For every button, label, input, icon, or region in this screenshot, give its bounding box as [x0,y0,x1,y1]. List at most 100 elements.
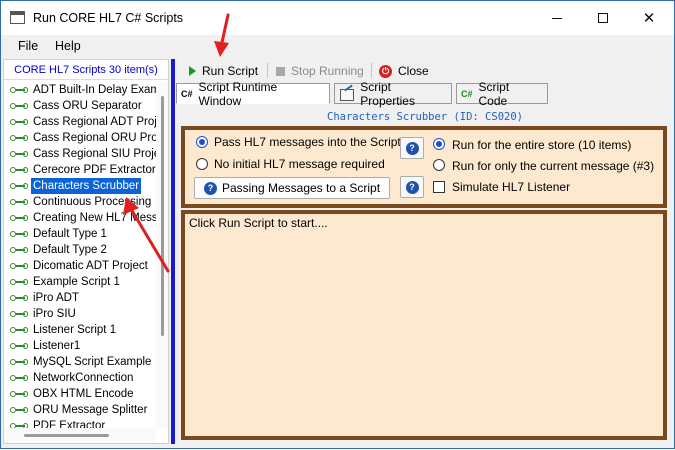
list-item[interactable]: Continuous Processing [8,194,156,210]
no-initial-message-label[interactable]: No initial HL7 message required [214,157,385,171]
passing-messages-label: Passing Messages to a Script [221,181,381,195]
menu-bar: File Help [1,35,674,57]
list-item[interactable]: Cass ORU Separator [8,98,156,114]
passing-messages-button[interactable]: ? Passing Messages to a Script [194,177,390,199]
list-item-label: Cass ORU Separator [33,100,142,112]
scope-help-button[interactable]: ? [400,176,424,198]
toolbar-separator [371,63,372,78]
script-node-icon [10,118,28,126]
list-item-label: iPro SIU [33,308,76,320]
script-node-icon [10,342,28,350]
list-item[interactable]: NetworkConnection [8,370,156,386]
list-item[interactable]: MySQL Script Example [8,354,156,370]
run-script-label: Run Script [202,64,259,78]
run-current-message-radio[interactable] [433,159,445,171]
list-item-label: Dicomatic ADT Project [33,260,148,272]
script-id-label: Characters Scrubber (ID: CS020) [327,111,523,123]
list-item-label: Cerecore PDF Extractor [33,164,156,176]
horizontal-scroll-thumb[interactable] [24,434,109,437]
horizontal-scrollbar[interactable] [4,428,156,443]
list-item-label: Listener1 [33,340,81,352]
close-button[interactable]: ⏻ Close [379,61,429,81]
list-item-label: OBX HTML Encode [33,388,134,400]
list-item-label: Cass Regional ADT Proje [33,116,156,128]
script-node-icon [10,406,28,414]
app-window: Run CORE HL7 C# Scripts ✕ File Help CORE… [0,0,675,449]
vertical-scroll-thumb[interactable] [161,96,164,336]
list-item-label: Default Type 2 [33,244,107,256]
tab-label: Script Runtime Window [198,79,278,108]
list-item[interactable]: Cass Regional SIU Proje [8,146,156,162]
list-item[interactable]: Characters Scrubber [8,178,156,194]
list-item-label: Default Type 1 [33,228,107,240]
list-item[interactable]: Cerecore PDF Extractor [8,162,156,178]
menu-file[interactable]: File [18,39,38,53]
list-item[interactable]: Cass Regional ADT Proje [8,114,156,130]
list-item-label: Listener Script 1 [33,324,117,336]
script-tree[interactable]: ADT Built-In Delay Exam Cass ORU Separato… [8,82,156,428]
list-item-label: Creating New HL7 Mess [33,212,156,224]
input-help-button[interactable]: ? [400,137,424,159]
script-list-panel: CORE HL7 Scripts 30 item(s) ADT Built-In… [3,59,169,444]
script-node-icon [10,86,28,94]
stop-running-button[interactable]: Stop Running [276,61,364,81]
list-item[interactable]: Listener1 [8,338,156,354]
script-output-panel[interactable]: Click Run Script to start.... [181,210,667,440]
list-item-label: Cass Regional SIU Proje [33,148,156,160]
list-item[interactable]: Default Type 1 [8,226,156,242]
close-window-button[interactable]: ✕ [626,1,672,35]
list-item-label: PDF Extractor [33,420,106,428]
script-node-icon [10,214,28,222]
script-node-icon [10,150,28,158]
run-current-message-label[interactable]: Run for only the current message (#3) [452,159,654,173]
tab-script-properties[interactable]: Script Properties [334,80,452,108]
script-node-icon [10,294,28,302]
script-node-icon [10,198,28,206]
pass-messages-radio[interactable] [196,136,208,148]
app-window-icon [10,11,25,24]
simulate-listener-checkbox[interactable] [433,181,445,193]
simulate-listener-label[interactable]: Simulate HL7 Listener [452,180,570,194]
list-item[interactable]: Example Script 1 [8,274,156,290]
list-item[interactable]: Dicomatic ADT Project [8,258,156,274]
script-node-icon [10,262,28,270]
tab-label: Script Code [478,79,510,108]
run-entire-store-label[interactable]: Run for the entire store (10 items) [452,138,631,152]
list-item[interactable]: Creating New HL7 Mess [8,210,156,226]
list-item[interactable]: OBX HTML Encode [8,386,156,402]
pass-messages-label[interactable]: Pass HL7 messages into the Script [214,135,401,149]
list-item[interactable]: Listener Script 1 [8,322,156,338]
script-node-icon [10,102,28,110]
script-output-text: Click Run Script to start.... [189,216,328,230]
minimize-button[interactable] [534,1,580,35]
tab-script-runtime-window[interactable]: C# Script Runtime Window [176,80,330,108]
close-label: Close [398,64,429,78]
run-script-button[interactable]: Run Script [189,61,258,81]
list-item[interactable]: ADT Built-In Delay Exam [8,82,156,98]
run-entire-store-radio[interactable] [433,138,445,150]
tab-script-code[interactable]: C# Script Code [456,80,548,108]
toolbar-separator [267,63,268,78]
list-item[interactable]: iPro SIU [8,306,156,322]
maximize-icon [598,13,608,23]
list-item[interactable]: iPro ADT [8,290,156,306]
no-initial-message-radio[interactable] [196,158,208,170]
window-title: Run CORE HL7 C# Scripts [33,11,184,25]
list-item[interactable]: PDF Extractor [8,418,156,428]
csharp-icon: C# [461,88,473,99]
menu-help[interactable]: Help [55,39,81,53]
script-node-icon [10,246,28,254]
list-item[interactable]: Default Type 2 [8,242,156,258]
list-item-label: MySQL Script Example [33,356,152,368]
script-node-icon [10,374,28,382]
panel-splitter[interactable] [171,59,175,444]
list-item-label: ADT Built-In Delay Exam [33,84,156,96]
list-item[interactable]: Cass Regional ORU Proj [8,130,156,146]
list-item[interactable]: ORU Message Splitter [8,402,156,418]
vertical-scrollbar[interactable] [156,82,168,428]
script-node-icon [10,166,28,174]
maximize-button[interactable] [580,1,626,35]
title-bar: Run CORE HL7 C# Scripts ✕ [1,1,674,35]
list-item-label: Cass Regional ORU Proj [33,132,156,144]
list-item-label: Continuous Processing [33,196,152,208]
